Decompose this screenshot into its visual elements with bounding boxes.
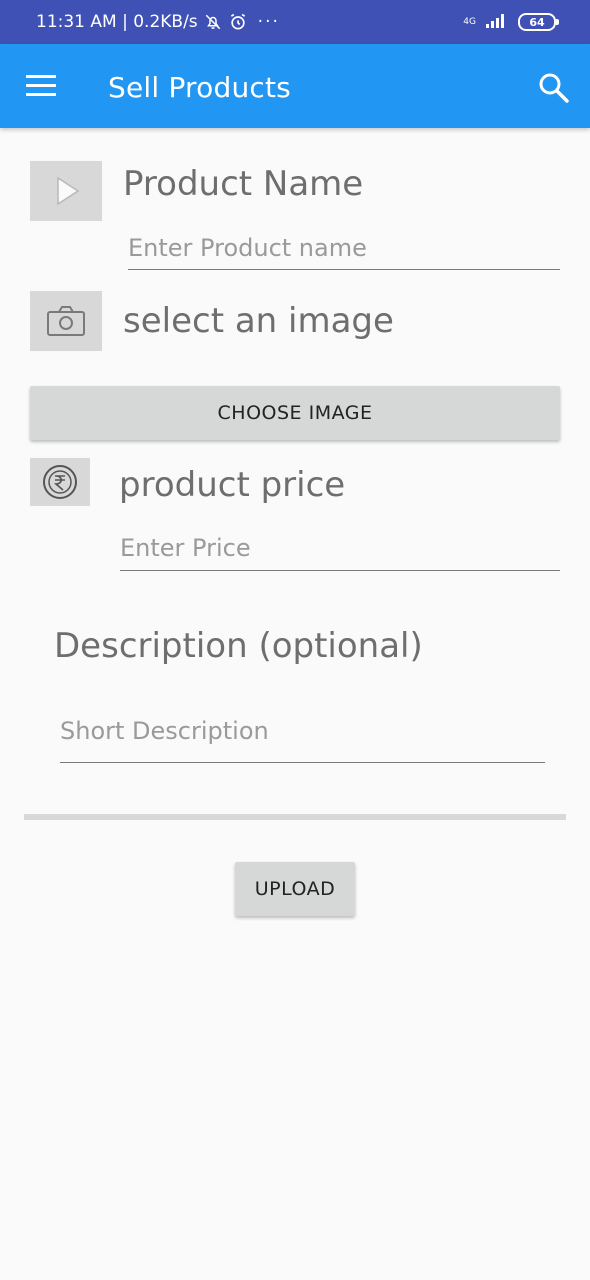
app-bar: Sell Products [0,44,590,128]
image-label: select an image [123,301,394,341]
rupee-icon [43,465,77,499]
search-button[interactable] [538,72,570,104]
page-title: Sell Products [108,71,291,104]
bell-off-icon [204,13,222,31]
price-icon-box [30,458,90,506]
upload-button[interactable]: UPLOAD [235,862,355,916]
choose-image-button[interactable]: CHOOSE IMAGE [30,386,560,440]
alarm-icon [228,12,248,32]
battery-level: 64 [529,15,545,29]
divider [24,814,566,820]
product-name-label: Product Name [123,164,364,204]
camera-icon [47,306,85,336]
product-name-icon-box [30,161,102,221]
search-icon [539,73,569,103]
product-name-input[interactable] [128,232,560,270]
description-input[interactable] [60,706,545,763]
description-label: Description (optional) [54,626,423,666]
menu-icon [26,75,56,96]
status-left: 11:31 AM | 0.2KB/s ··· [36,0,280,44]
signal-icon [486,12,508,32]
status-right: 4G 64 [463,0,559,44]
price-label: product price [119,465,346,505]
price-input[interactable] [120,532,560,571]
network-type: 4G [463,17,476,27]
more-dots: ··· [257,12,280,32]
menu-button[interactable] [26,72,58,100]
image-icon-box [30,291,102,351]
battery-icon: 64 [518,13,559,31]
status-time: 11:31 AM | 0.2KB/s [36,12,198,32]
status-bar: 11:31 AM | 0.2KB/s ··· 4G 64 [0,0,590,44]
play-icon [57,176,80,206]
